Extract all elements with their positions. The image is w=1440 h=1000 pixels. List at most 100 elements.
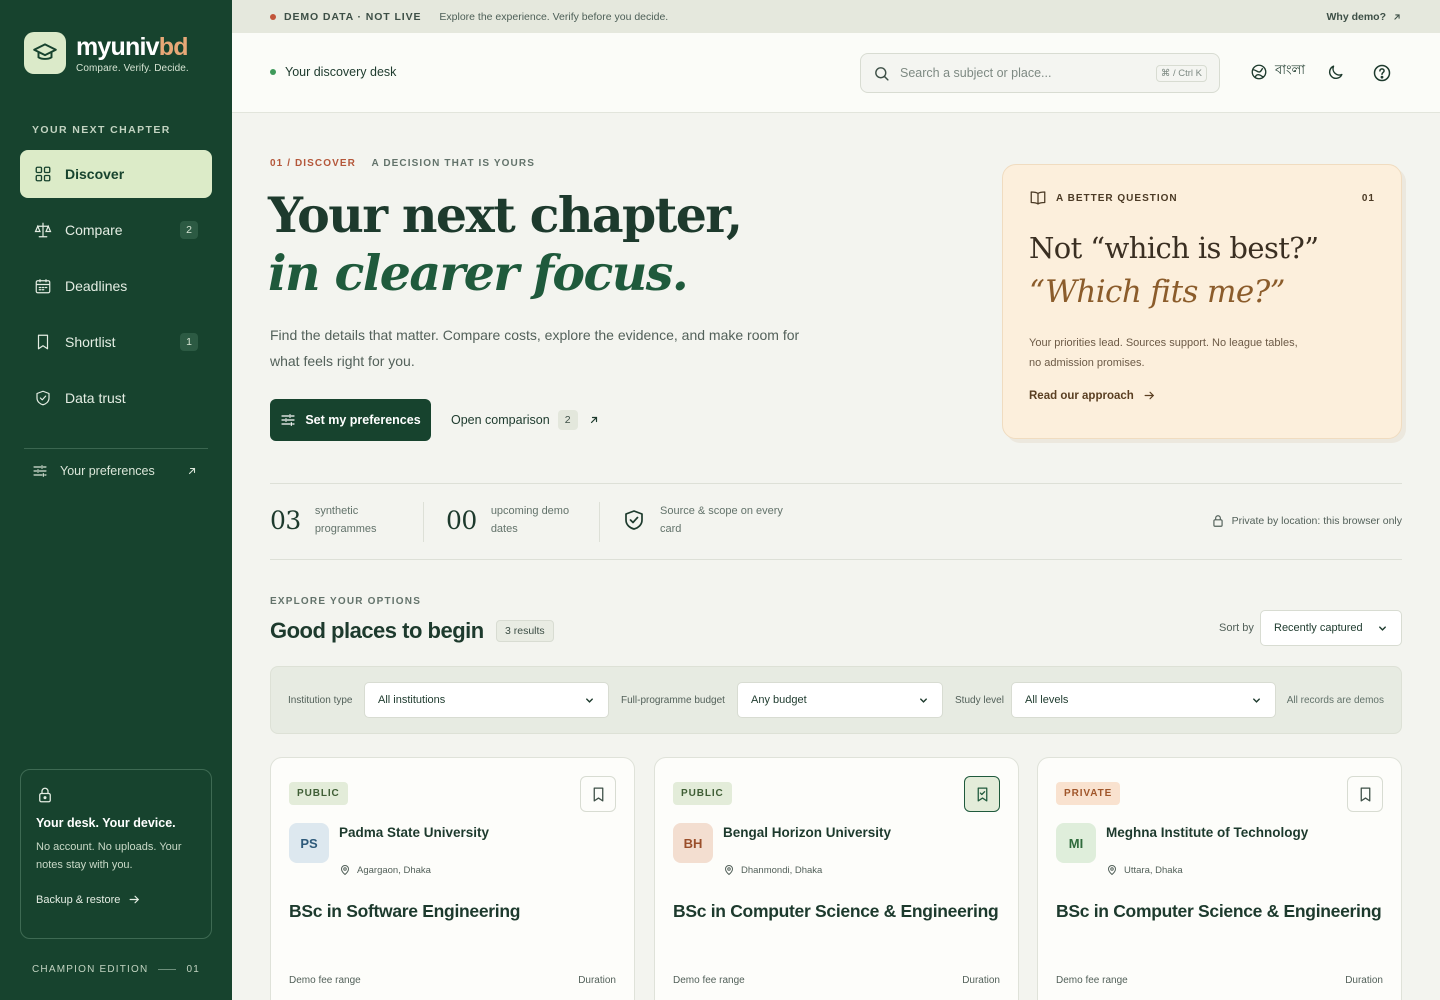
your-preferences-label: Your preferences <box>60 464 155 478</box>
save-button[interactable] <box>580 776 616 812</box>
institution-type-badge: PRIVATE <box>1056 782 1121 805</box>
sidebar-item-data-trust[interactable]: Data trust <box>20 374 212 422</box>
university-name: Bengal Horizon University <box>723 825 892 840</box>
sidebar-item-deadlines[interactable]: Deadlines <box>20 262 212 310</box>
question-card-number: 01 <box>1361 192 1375 204</box>
sidebar-item-compare[interactable]: Compare 2 <box>20 206 212 254</box>
chevron-down-icon <box>584 695 595 706</box>
budget-select[interactable]: Any budget <box>737 682 943 718</box>
your-preferences-link[interactable]: Your preferences <box>32 460 198 482</box>
open-comparison-link[interactable]: Open comparison 2 <box>451 408 600 432</box>
sort-value: Recently captured <box>1274 622 1363 634</box>
institution-type-badge: PUBLIC <box>673 782 732 805</box>
programme-card[interactable]: PRIVATE MI Meghna Institute of Technolog… <box>1037 757 1402 1000</box>
read-approach-link[interactable]: Read our approach <box>1029 389 1375 402</box>
university-location: Uttara, Dhaka <box>1106 864 1183 876</box>
saved-button[interactable] <box>964 776 1000 812</box>
question-card-eyebrow: A BETTER QUESTION <box>1056 192 1178 204</box>
backup-restore-link[interactable]: Backup & restore <box>36 893 196 906</box>
stat-value: 00 <box>446 505 477 535</box>
save-button[interactable] <box>1347 776 1383 812</box>
edition-label: CHAMPION EDITION 01 <box>32 964 200 975</box>
discovery-desk-label: Your discovery desk <box>270 65 396 79</box>
bookmark-icon <box>1357 786 1374 803</box>
top-header: Your discovery desk Search a subject or … <box>232 33 1440 113</box>
programme-card[interactable]: PUBLIC PS Padma State University Agargao… <box>270 757 635 1000</box>
sidebar: myunivbd Compare. Verify. Decide. YOUR N… <box>0 0 232 1000</box>
search-placeholder: Search a subject or place... <box>900 66 1052 80</box>
duration-label: Duration <box>962 975 1000 986</box>
institution-type-value: All institutions <box>378 694 446 706</box>
help-icon <box>1372 63 1392 83</box>
arrow-up-right-icon <box>186 465 198 477</box>
stat-value: 03 <box>270 505 301 535</box>
status-dot <box>270 13 276 20</box>
sidebar-item-label: Compare <box>65 222 123 238</box>
sidebar-item-label: Shortlist <box>65 334 116 350</box>
why-demo-link[interactable]: Why demo? <box>1327 11 1403 23</box>
duration-label: Duration <box>578 975 616 986</box>
institution-type-select[interactable]: All institutions <box>364 682 609 718</box>
brand[interactable]: myunivbd Compare. Verify. Decide. <box>24 32 189 74</box>
shortlist-count-badge: 1 <box>180 333 198 351</box>
sidebar-section-label: YOUR NEXT CHAPTER <box>32 124 171 136</box>
programme-name: BSc in Computer Science & Engineering <box>673 901 999 921</box>
demo-text: Explore the experience. Verify before yo… <box>439 10 669 23</box>
bookmark-icon <box>34 333 52 351</box>
hero-title-line2: in clearer focus. <box>268 244 689 302</box>
sidebar-item-label: Deadlines <box>65 278 128 294</box>
hero-title: Your next chapter, in clearer focus. <box>268 186 743 302</box>
language-toggle[interactable]: বাংলা <box>1250 61 1305 82</box>
institution-type-badge: PUBLIC <box>289 782 348 805</box>
programme-name: BSc in Computer Science & Engineering <box>1056 901 1382 921</box>
location-text: Dhanmondi, Dhaka <box>741 864 823 876</box>
programme-card[interactable]: PUBLIC BH Bengal Horizon University Dhan… <box>654 757 1019 1000</box>
scale-icon <box>34 221 52 239</box>
programme-name: BSc in Software Engineering <box>289 901 521 921</box>
university-avatar: PS <box>289 823 329 863</box>
university-avatar: BH <box>673 823 713 863</box>
arrow-right-icon <box>1143 389 1156 402</box>
search-input[interactable]: Search a subject or place... ⌘ / Ctrl K <box>860 53 1220 93</box>
map-pin-icon <box>339 864 351 876</box>
stat-programmes: 03 synthetic programmes <box>270 502 395 538</box>
university-location: Dhanmondi, Dhaka <box>723 864 822 876</box>
bookmark-icon <box>590 786 607 803</box>
study-level-label: Study level <box>955 695 1004 706</box>
globe-icon <box>1250 63 1268 81</box>
question-line1: Not “which is best?” <box>1029 231 1319 265</box>
open-book-icon <box>1029 189 1047 207</box>
calendar-icon <box>34 277 52 295</box>
stat-divider <box>423 502 424 542</box>
demo-banner: DEMO DATA · NOT LIVE Explore the experie… <box>232 0 1440 33</box>
sidebar-divider <box>24 448 208 449</box>
edition-name: CHAMPION EDITION <box>32 964 149 975</box>
dark-mode-toggle[interactable] <box>1326 63 1345 82</box>
brand-name: myunivbd <box>76 32 188 61</box>
sidebar-item-shortlist[interactable]: Shortlist 1 <box>20 318 212 366</box>
map-pin-icon <box>723 864 735 876</box>
sidebar-item-discover[interactable]: Discover <box>20 150 212 198</box>
stat-source-scope: Source & scope on every card <box>622 502 790 538</box>
question-card-header: A BETTER QUESTION 01 <box>1029 189 1375 207</box>
privacy-card: Your desk. Your device. No account. No u… <box>20 769 212 939</box>
private-note-text: Private by location: this browser only <box>1231 515 1402 527</box>
comparison-count-badge: 2 <box>557 410 578 430</box>
online-dot <box>270 69 276 75</box>
sort-select[interactable]: Recently captured <box>1260 610 1402 646</box>
explore-title: Good places to begin <box>270 618 484 643</box>
arrow-up-right-icon <box>588 414 600 426</box>
set-preferences-label: Set my preferences <box>305 413 421 427</box>
help-button[interactable] <box>1372 63 1392 83</box>
question-line2: “Which fits me?” <box>1029 274 1285 310</box>
backup-restore-label: Backup & restore <box>36 893 121 906</box>
budget-value: Any budget <box>751 694 807 706</box>
map-pin-icon <box>1106 864 1118 876</box>
hero-title-line1: Your next chapter, <box>268 186 743 244</box>
discovery-desk-text: Your discovery desk <box>285 65 397 79</box>
study-level-select[interactable]: All levels <box>1011 682 1276 718</box>
fee-range-label: Demo fee range <box>673 975 745 986</box>
university-name: Meghna Institute of Technology <box>1106 825 1309 840</box>
set-preferences-button[interactable]: Set my preferences <box>270 399 431 441</box>
better-question-card: A BETTER QUESTION 01 Not “which is best?… <box>1002 164 1402 439</box>
